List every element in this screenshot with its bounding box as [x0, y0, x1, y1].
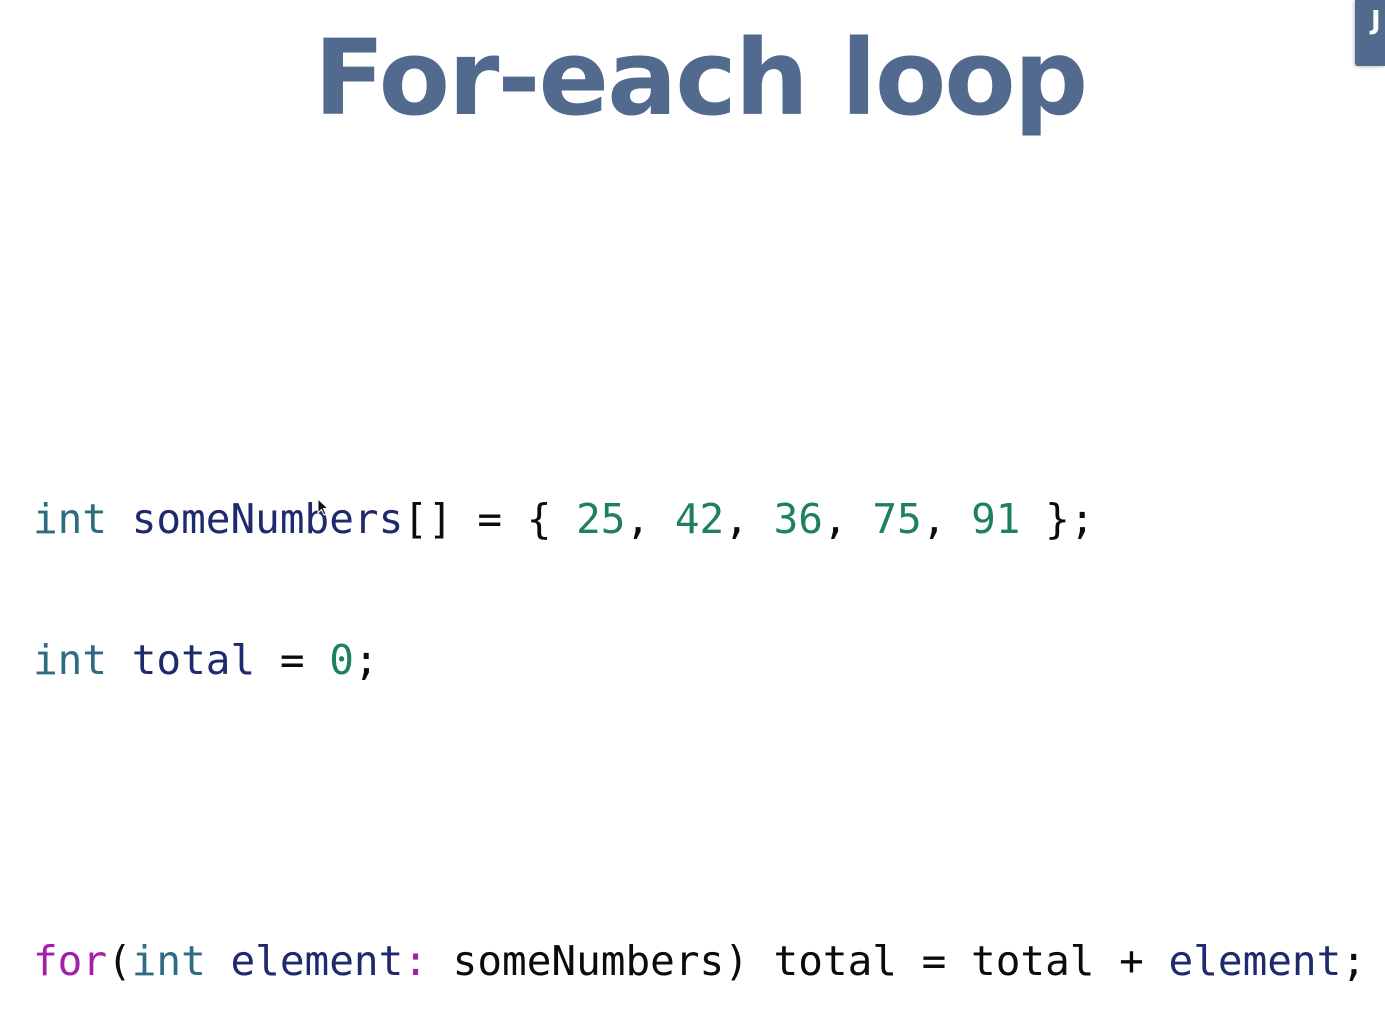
code-token-separator: ,	[625, 495, 675, 543]
code-token-variable-name: total	[131, 636, 256, 684]
code-token-number: 0	[329, 636, 354, 684]
slide-title: For-each loop	[313, 17, 1088, 139]
code-line-for-each: for(int element: someNumbers) total = to…	[33, 938, 1366, 985]
code-token-punctuation: [] = {	[403, 495, 577, 543]
code-token-number: 36	[773, 495, 823, 543]
code-token-array-name: someNumbers	[131, 495, 404, 543]
code-block: int someNumbers[] = { 25, 42, 36, 75, 91…	[33, 402, 1366, 1032]
code-token-separator: ,	[822, 495, 873, 543]
code-token-punctuation: (	[107, 937, 132, 985]
code-token-type: int	[33, 495, 108, 543]
code-line-array-declaration: int someNumbers[] = { 25, 42, 36, 75, 91…	[33, 496, 1366, 543]
code-token-loop-variable: element	[230, 937, 404, 985]
code-token-number: 75	[872, 495, 922, 543]
code-token-punctuation: =	[255, 636, 330, 684]
corner-tab[interactable]: J	[1355, 0, 1385, 66]
code-line-total-declaration: int total = 0;	[33, 637, 1366, 684]
code-token-expression: someNumbers) total = total +	[427, 937, 1169, 985]
code-token-keyword: for	[33, 937, 108, 985]
code-token-punctuation: ;	[1341, 937, 1366, 985]
code-token-loop-variable: element	[1168, 937, 1342, 985]
mouse-pointer-icon	[317, 498, 330, 516]
code-token-separator: ,	[921, 495, 972, 543]
code-token-type: int	[131, 937, 206, 985]
code-token-number: 42	[674, 495, 725, 543]
code-token-type: int	[33, 636, 108, 684]
code-token-colon: :	[403, 937, 428, 985]
code-token-number: 91	[971, 495, 1021, 543]
corner-tab-glyph: J	[1371, 6, 1381, 36]
code-token-punctuation: ;	[353, 636, 379, 684]
code-token-number: 25	[576, 495, 626, 543]
code-token-separator: ,	[724, 495, 774, 543]
code-token-punctuation: };	[1020, 495, 1095, 543]
